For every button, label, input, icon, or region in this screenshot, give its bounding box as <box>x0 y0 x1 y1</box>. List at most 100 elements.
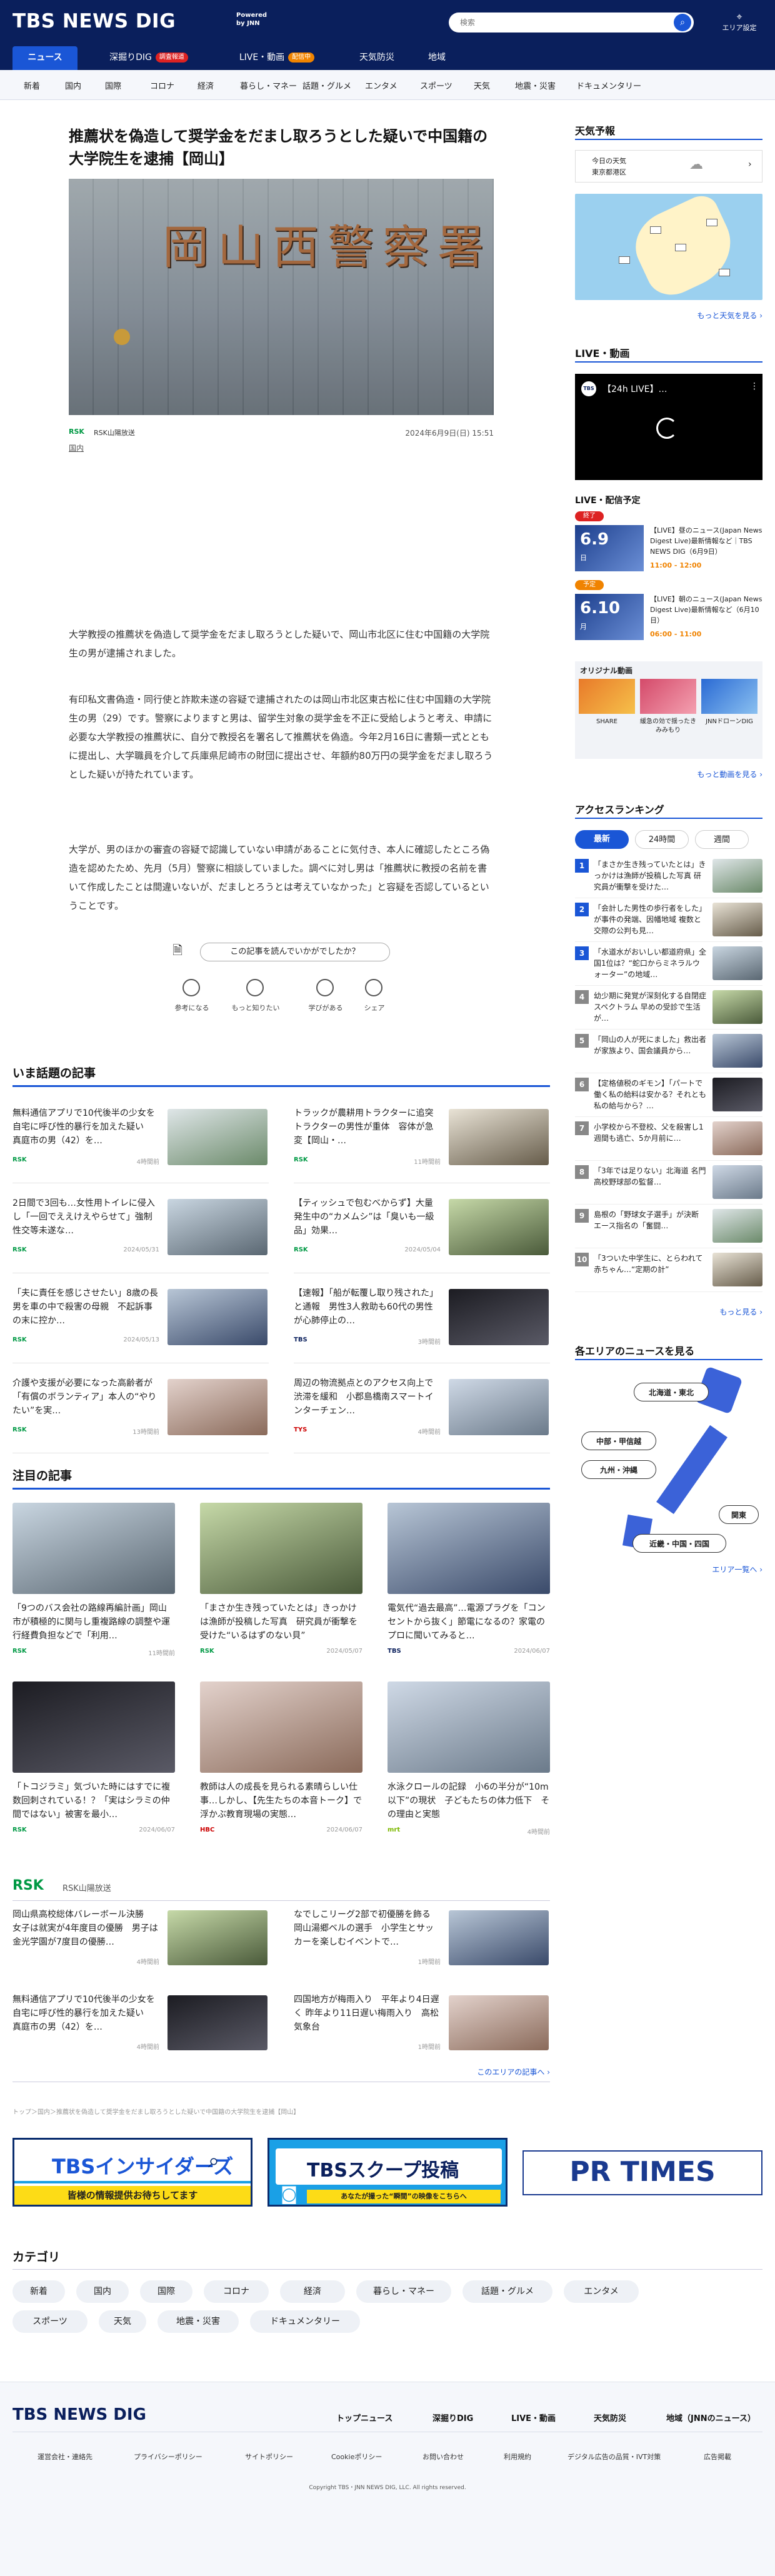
area-pill[interactable]: 近畿・中国・四国 <box>632 1534 726 1553</box>
footer-small-link[interactable]: 広告掲載 <box>704 2452 731 2462</box>
category-chip[interactable]: ドキュメンタリー <box>250 2310 360 2333</box>
ranking-item-title[interactable]: 小学校から不登校、父を殺害し1週間も逃亡、5か月前に… <box>594 1121 706 1155</box>
trending-card-title[interactable]: 介護や支援が必要になった高齢者が「有償のボランティア」本人の“やりたい”を実… <box>12 1376 159 1418</box>
area-more-link[interactable]: エリア一覧へ › <box>625 1564 762 1575</box>
ranking-item-title[interactable]: 島根の「野球女子選手」が決断 エース指名の「奮闘… <box>594 1209 706 1243</box>
ranking-tab-2[interactable]: 週間 <box>695 830 749 849</box>
schedule-title[interactable]: 【LIVE】昼のニュース(Japan News Digest Live)最新情報… <box>650 525 762 558</box>
search-icon[interactable]: ⌕ <box>674 14 691 31</box>
footer-small-link[interactable]: サイトポリシー <box>245 2452 293 2462</box>
featured-card-thumb[interactable] <box>12 1681 175 1773</box>
more-vert-icon[interactable]: ⋮ <box>750 381 759 391</box>
footer-link[interactable]: 地域（JNNのニュース） <box>666 2412 756 2423</box>
ranking-item-thumb[interactable] <box>712 903 762 936</box>
rsk-card-title[interactable]: なでしこリーグ2部で初優勝を飾る 岡山湯郷ベルの選手 小学生とサッカーを楽しむイ… <box>294 1908 441 1949</box>
ranking-item-title[interactable]: 「3ついた中学生に、とらわれて赤ちゃん…“定期の計” <box>594 1253 706 1286</box>
reaction-button[interactable]: 参考になる <box>164 1003 220 1013</box>
footer-small-link[interactable]: デジタル広告の品質・IVT対策 <box>568 2452 661 2462</box>
featured-card-title[interactable]: 「まさか生き残っていたとは」きっかけは漁師が投稿した写真 研究員が衝撃を受けた“… <box>200 1601 362 1643</box>
rsk-card-thumb[interactable] <box>168 1995 268 2050</box>
scoop-banner[interactable]: TBSスクープ投稿 あなたが撮った“瞬間”の映像をこちらへ ◙ <box>268 2138 508 2207</box>
footer-link[interactable]: LIVE・動画 <box>511 2412 556 2423</box>
original-video-title[interactable]: JNNドローンDIG <box>701 718 758 744</box>
category-nav-item[interactable]: 国際 <box>105 79 121 91</box>
reaction-button[interactable]: もっと知りたい <box>228 1003 284 1013</box>
ranking-tab-1[interactable]: 24時間 <box>635 830 689 849</box>
ranking-item-title[interactable]: 「まさか生き残っていたとは」きっかけは漁師が投稿した写真 研究員が衝撃を受けた… <box>594 859 706 893</box>
tab-region[interactable]: 地域 <box>415 46 459 70</box>
footer-link[interactable]: トップニュース <box>336 2412 392 2423</box>
category-nav-item[interactable]: ドキュメンタリー <box>576 79 641 91</box>
trending-card-title[interactable]: 2日間で3回も…女性用トイレに侵入し「一回でええけえやらせて」強制性交等未遂な… <box>12 1196 159 1238</box>
area-pill[interactable]: 九州・沖縄 <box>581 1460 656 1479</box>
insiders-banner[interactable]: TBSインサイダーズ ⌕ 皆様の情報提供お待ちしてます <box>12 2138 252 2207</box>
original-video-thumb[interactable] <box>701 679 758 714</box>
trending-card-title[interactable]: 【速報】「船が転覆し取り残された」と通報 男性3人救助も60代の男性が心肺停止の… <box>294 1286 441 1328</box>
tab-live[interactable]: LIVE・動画 配信中 <box>224 46 330 70</box>
tab-weather[interactable]: 天気防災 <box>349 46 405 70</box>
footer-small-link[interactable]: プライバシーポリシー <box>134 2452 202 2462</box>
original-video-thumb[interactable] <box>640 679 696 714</box>
category-nav-item[interactable]: 新着 <box>24 79 40 91</box>
category-chip[interactable]: 天気 <box>99 2310 146 2333</box>
footer-link[interactable]: 天気防災 <box>594 2412 626 2423</box>
category-nav-item[interactable]: 話題・グルメ <box>302 79 351 91</box>
ranking-item-thumb[interactable] <box>712 1165 762 1199</box>
category-nav-item[interactable]: 暮らし・マネー <box>240 79 297 91</box>
site-logo[interactable]: TBS NEWS DIG <box>12 10 176 33</box>
category-nav-item[interactable]: エンタメ <box>365 79 398 91</box>
footer-small-link[interactable]: 運営会社・連絡先 <box>38 2452 92 2462</box>
reaction-button[interactable]: シェア <box>346 1003 402 1013</box>
featured-card-thumb[interactable] <box>12 1503 175 1594</box>
category-nav-item[interactable]: 国内 <box>65 79 81 91</box>
category-chip[interactable]: 話題・グルメ <box>462 2280 552 2303</box>
featured-card-thumb[interactable] <box>200 1681 362 1773</box>
ranking-item-thumb[interactable] <box>712 1121 762 1155</box>
trending-card-title[interactable]: トラックが農耕用トラクターに追突 トラクターの男性が重体 容体が急変【岡山・… <box>294 1106 441 1148</box>
original-video-title[interactable]: 緩急の効で揺ったきみみもり <box>640 718 696 744</box>
featured-card-thumb[interactable] <box>388 1681 550 1773</box>
prtimes-banner[interactable]: PR TIMES <box>522 2150 762 2195</box>
ranking-item-title[interactable]: 「3年では足りない」北海道 名門高校野球部の監督… <box>594 1165 706 1199</box>
weather-widget[interactable]: 今日の天気 東京都港区 ☁ › <box>575 150 762 183</box>
ranking-item-thumb[interactable] <box>712 946 762 980</box>
footer-small-link[interactable]: Cookieポリシー <box>331 2452 382 2462</box>
footer-small-link[interactable]: お問い合わせ <box>422 2452 464 2462</box>
ranking-item-title[interactable]: 「岡山の人が死にました」救出者が家族より、国会議員から… <box>594 1034 706 1068</box>
trending-card-thumb[interactable] <box>168 1379 268 1435</box>
trending-card-title[interactable]: 周辺の物流拠点とのアクセス向上で渋滞を緩和 小郡島橋南スマートインターチェン… <box>294 1376 441 1418</box>
original-video-thumb[interactable] <box>579 679 635 714</box>
trending-card-title[interactable]: 【ティッシュで包むべからず】大量発生中の“カメムシ”は「臭いも一級品」効果… <box>294 1196 441 1238</box>
trending-card-thumb[interactable] <box>449 1109 549 1165</box>
ranking-item-thumb[interactable] <box>712 859 762 893</box>
live-video-player[interactable]: 【24h LIVE】… TBS ⋮ <box>575 374 762 480</box>
trending-card-thumb[interactable] <box>168 1109 268 1165</box>
rsk-card-thumb[interactable] <box>168 1910 268 1965</box>
trending-card-thumb[interactable] <box>449 1379 549 1435</box>
area-pill[interactable]: 北海道・東北 <box>634 1383 709 1401</box>
original-video-title[interactable]: SHARE <box>579 718 635 744</box>
rsk-card-thumb[interactable] <box>449 1995 549 2050</box>
rsk-card-title[interactable]: 岡山県高校総体バレーボール決勝 女子は就実が4年度目の優勝 男子は金光学園が7度… <box>12 1908 159 1949</box>
category-chip[interactable]: 新着 <box>12 2280 65 2303</box>
ranking-item-title[interactable]: 「会計した男性の歩行者をした」が事件の発端、因幡地域 複数と交際の公判も見… <box>594 903 706 936</box>
trending-card-thumb[interactable] <box>168 1199 268 1255</box>
video-more-link[interactable]: もっと動画を見る › <box>625 769 762 779</box>
ranking-item-thumb[interactable] <box>712 1209 762 1243</box>
featured-card-title[interactable]: 電気代“過去最高”…電源プラグを「コンセントから抜く」節電になるの？家電のプロに… <box>388 1601 550 1643</box>
ranking-more-link[interactable]: もっと見る › <box>625 1306 762 1317</box>
featured-card-title[interactable]: 教師は人の成長を見られる素晴らしい仕事…しかし、【先生たちの本音トーク】で浮かぶ… <box>200 1780 362 1822</box>
category-chip[interactable]: エンタメ <box>564 2280 639 2303</box>
featured-card-title[interactable]: 水泳クロールの記録 小6の半分が“10m以下”の現状 子どもたちの体力低下 その… <box>388 1780 550 1822</box>
article-tag[interactable]: 国内 <box>69 443 84 453</box>
trending-card-thumb[interactable] <box>168 1289 268 1345</box>
category-nav-item[interactable]: 経済 <box>198 79 214 91</box>
category-nav-item[interactable]: スポーツ <box>420 79 452 91</box>
ranking-item-thumb[interactable] <box>712 1078 762 1111</box>
ranking-item-title[interactable]: 【定格値税のギモン】「パートで働く私の給料は安かる？それとも私の給与から？… <box>594 1078 706 1111</box>
footer-small-link[interactable]: 利用規約 <box>504 2452 531 2462</box>
search-input[interactable] <box>449 13 694 33</box>
area-pill[interactable]: 中部・甲信越 <box>581 1431 656 1450</box>
weather-more-link[interactable]: もっと天気を見る › <box>625 310 762 321</box>
rsk-more-link[interactable]: このエリアの記事へ › <box>438 2067 550 2077</box>
